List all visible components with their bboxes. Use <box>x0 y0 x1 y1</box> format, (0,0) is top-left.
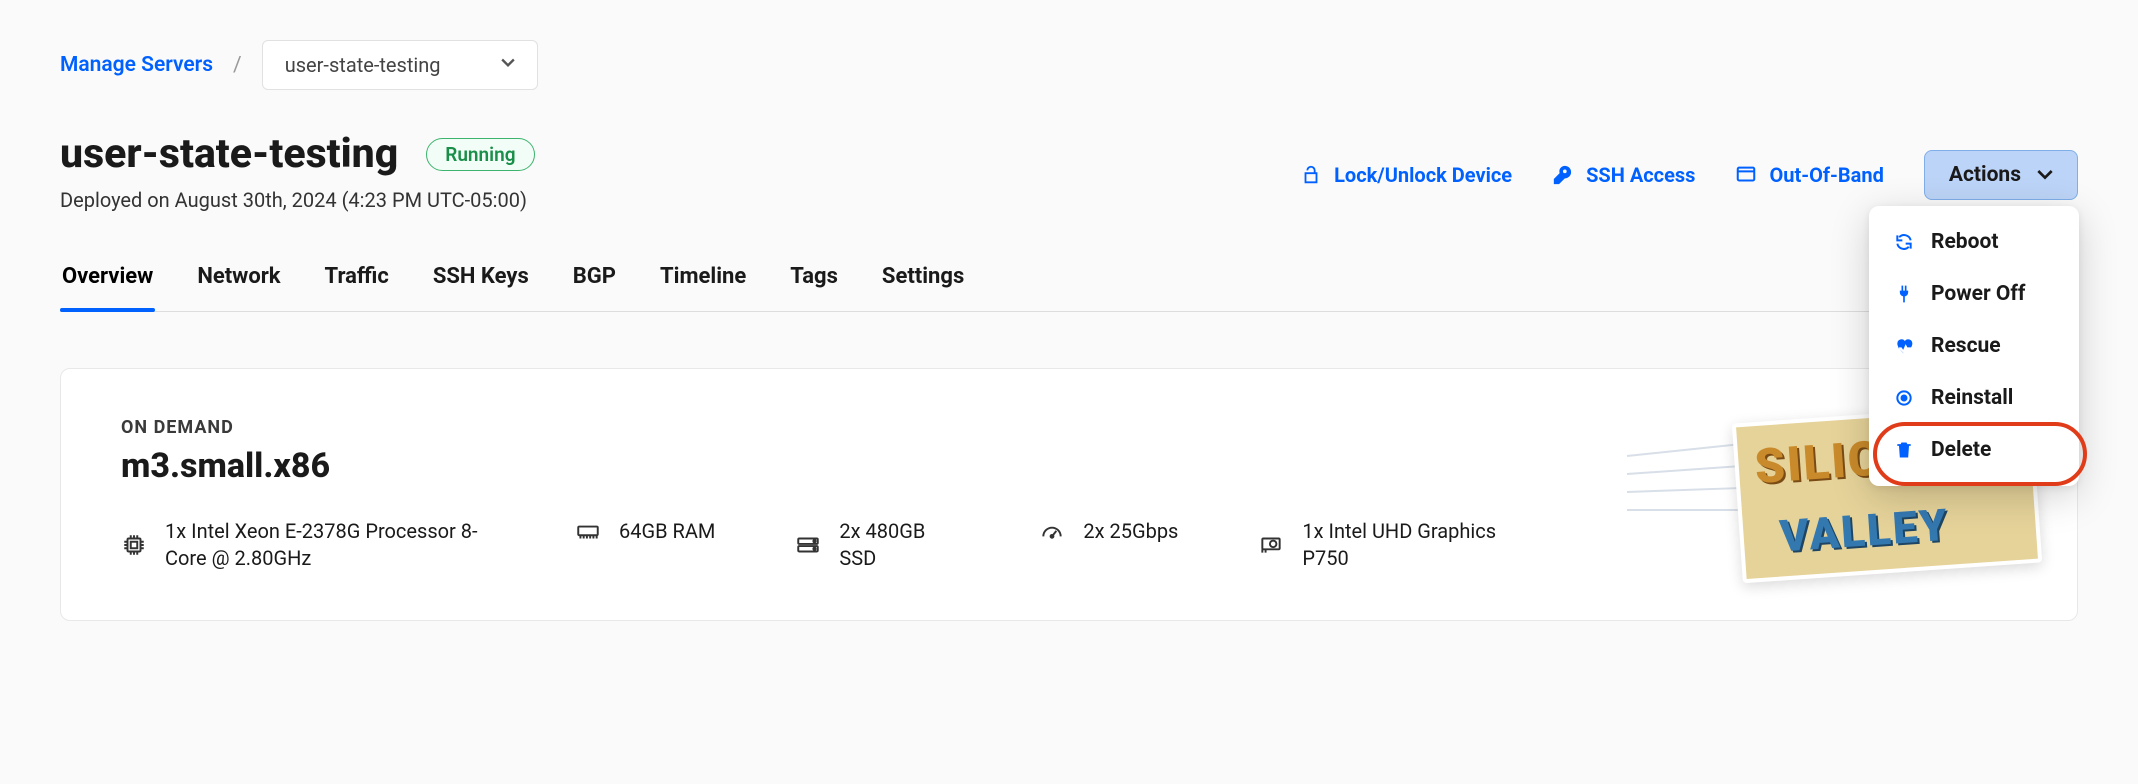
action-delete-label: Delete <box>1931 438 1991 462</box>
breadcrumb: Manage Servers / user-state-testing <box>60 40 2078 90</box>
spec-disk: 2x 480GB SSD <box>795 518 959 572</box>
refresh-icon <box>1893 232 1915 252</box>
spec-ram-text: 64GB RAM <box>619 518 715 545</box>
plug-icon <box>1893 284 1915 304</box>
spec-ram: 64GB RAM <box>575 518 715 545</box>
action-power-off-label: Power Off <box>1931 282 2025 306</box>
action-reboot[interactable]: Reboot <box>1869 216 2079 268</box>
spec-gpu-text: 1x Intel UHD Graphics P750 <box>1302 518 1522 572</box>
target-icon <box>1893 388 1915 408</box>
console-icon <box>1735 164 1757 186</box>
status-badge: Running <box>426 138 534 171</box>
server-select-value: user-state-testing <box>285 53 441 77</box>
breadcrumb-root-link[interactable]: Manage Servers <box>60 53 213 77</box>
spec-disk-text: 2x 480GB SSD <box>839 518 959 572</box>
tabs: Overview Network Traffic SSH Keys BGP Ti… <box>60 258 2078 312</box>
spec-gpu: 1x Intel UHD Graphics P750 <box>1258 518 1522 572</box>
key-icon <box>1552 164 1574 186</box>
gauge-icon <box>1039 519 1065 545</box>
page-title: user-state-testing <box>60 130 398 178</box>
action-rescue[interactable]: Rescue <box>1869 320 2079 372</box>
ram-icon <box>575 519 601 545</box>
breadcrumb-separator: / <box>233 53 242 77</box>
tab-ssh-keys[interactable]: SSH Keys <box>431 258 531 311</box>
lock-unlock-label: Lock/Unlock Device <box>1334 163 1512 187</box>
ssh-access-label: SSH Access <box>1586 163 1695 187</box>
trash-icon <box>1893 440 1915 460</box>
action-reinstall-label: Reinstall <box>1931 386 2013 410</box>
action-delete[interactable]: Delete <box>1869 424 2079 476</box>
spec-cpu: 1x Intel Xeon E-2378G Processor 8-Core @… <box>121 518 495 572</box>
tab-timeline[interactable]: Timeline <box>658 258 748 311</box>
gpu-icon <box>1258 532 1284 558</box>
disk-icon <box>795 532 821 558</box>
tab-network[interactable]: Network <box>195 258 282 311</box>
specs-row: 1x Intel Xeon E-2378G Processor 8-Core @… <box>121 518 2017 572</box>
lock-unlock-button[interactable]: Lock/Unlock Device <box>1300 163 1512 187</box>
spec-nic-text: 2x 25Gbps <box>1083 518 1178 545</box>
action-reinstall[interactable]: Reinstall <box>1869 372 2079 424</box>
unlock-icon <box>1300 164 1322 186</box>
out-of-band-label: Out-Of-Band <box>1769 163 1883 187</box>
tab-settings[interactable]: Settings <box>880 258 966 311</box>
actions-button-label: Actions <box>1949 163 2021 187</box>
out-of-band-button[interactable]: Out-Of-Band <box>1735 163 1883 187</box>
ssh-access-button[interactable]: SSH Access <box>1552 163 1695 187</box>
tab-overview[interactable]: Overview <box>60 258 155 311</box>
tab-bgp[interactable]: BGP <box>571 258 618 311</box>
overview-card: SILICON VALLEY ON DEMAND m3.small.x86 1x… <box>60 368 2078 621</box>
chevron-down-icon <box>2037 169 2053 181</box>
toolbar: Lock/Unlock Device SSH Access Out-Of-Ban… <box>1300 150 2078 200</box>
action-power-off[interactable]: Power Off <box>1869 268 2079 320</box>
spec-nic: 2x 25Gbps <box>1039 518 1178 545</box>
server-select[interactable]: user-state-testing <box>262 40 538 90</box>
heartbeat-icon <box>1893 336 1915 356</box>
tab-traffic[interactable]: Traffic <box>323 258 391 311</box>
postmark-decoration <box>1627 455 1747 525</box>
actions-dropdown: Reboot Power Off Rescue <box>1869 206 2079 486</box>
action-reboot-label: Reboot <box>1931 230 1998 254</box>
caret-down-icon <box>501 58 515 72</box>
actions-button[interactable]: Actions <box>1924 150 2078 200</box>
tab-tags[interactable]: Tags <box>788 258 840 311</box>
deployed-timestamp: Deployed on August 30th, 2024 (4:23 PM U… <box>60 188 535 212</box>
spec-cpu-text: 1x Intel Xeon E-2378G Processor 8-Core @… <box>165 518 495 572</box>
cpu-icon <box>121 532 147 558</box>
action-rescue-label: Rescue <box>1931 334 2001 358</box>
